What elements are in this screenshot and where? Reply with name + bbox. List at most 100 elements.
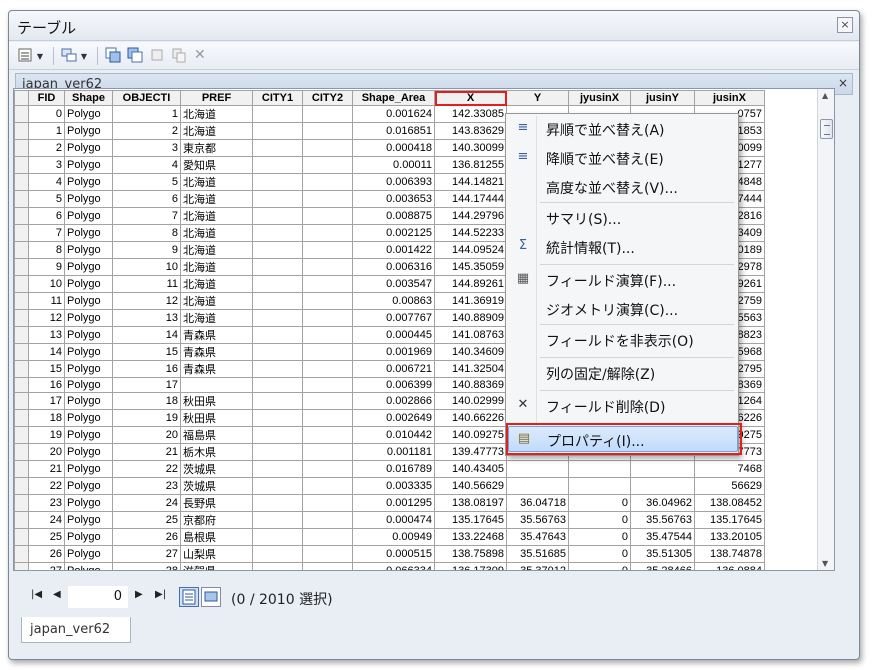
row-selector[interactable] bbox=[14, 258, 29, 276]
table-cell[interactable] bbox=[252, 105, 303, 123]
table-cell[interactable]: Polygo bbox=[64, 173, 113, 191]
table-cell[interactable]: Polygo bbox=[64, 460, 113, 478]
table-cell[interactable]: 0.00949 bbox=[352, 528, 435, 546]
copy-selected-button[interactable] bbox=[171, 47, 187, 65]
table-cell[interactable]: 25 bbox=[28, 528, 65, 546]
table-cell[interactable]: Polygo bbox=[64, 477, 113, 495]
table-cell[interactable] bbox=[302, 443, 353, 461]
context-menu-item[interactable]: 列の固定/解除(Z) bbox=[508, 360, 738, 386]
table-cell[interactable]: 35.28466 bbox=[630, 562, 695, 570]
column-header[interactable]: FID bbox=[28, 90, 65, 106]
first-record-icon[interactable]: |◀ bbox=[31, 589, 42, 600]
table-cell[interactable] bbox=[302, 360, 353, 378]
column-header[interactable]: jyusinX bbox=[568, 90, 631, 106]
table-cell[interactable]: 35.47544 bbox=[630, 528, 695, 546]
table-cell[interactable]: 青森県 bbox=[180, 360, 253, 378]
table-cell[interactable]: 北海道 bbox=[180, 258, 253, 276]
table-cell[interactable]: 20 bbox=[28, 443, 65, 461]
window-close-button[interactable]: × bbox=[837, 17, 853, 33]
table-cell[interactable]: Polygo bbox=[64, 207, 113, 225]
table-cell[interactable]: 3 bbox=[112, 139, 181, 157]
select-by-attributes-button[interactable] bbox=[105, 47, 121, 65]
table-cell[interactable]: 0.001295 bbox=[352, 494, 435, 512]
row-selector[interactable] bbox=[14, 494, 29, 512]
table-row[interactable]: 24 Polygo 25 京都府 0.000474 135.17645 35.56763 0 3… bbox=[14, 511, 765, 529]
table-cell[interactable]: 136.81255 bbox=[434, 156, 507, 174]
table-cell[interactable]: 北海道 bbox=[180, 105, 253, 123]
table-cell[interactable]: 8 bbox=[28, 241, 65, 259]
table-cell[interactable]: 133.22468 bbox=[434, 528, 507, 546]
table-cell[interactable]: 0 bbox=[568, 562, 631, 570]
table-cell[interactable]: 35.51305 bbox=[630, 545, 695, 563]
row-selector[interactable] bbox=[14, 460, 29, 478]
next-record-icon[interactable]: ▶ bbox=[135, 589, 143, 600]
table-cell[interactable]: 138.75898 bbox=[434, 545, 507, 563]
row-selector[interactable] bbox=[14, 156, 29, 174]
column-header[interactable]: Shape bbox=[64, 90, 113, 106]
table-cell[interactable] bbox=[302, 477, 353, 495]
table-cell[interactable]: 141.32504 bbox=[434, 360, 507, 378]
table-cell[interactable]: 35.56763 bbox=[506, 511, 569, 529]
table-cell[interactable]: 0.003547 bbox=[352, 275, 435, 293]
context-menu-item[interactable]: 高度な並べ替え(V)... bbox=[508, 174, 738, 200]
table-cell[interactable] bbox=[506, 460, 569, 478]
table-cell[interactable] bbox=[252, 392, 303, 410]
table-cell[interactable] bbox=[252, 139, 303, 157]
table-cell[interactable]: 19 bbox=[112, 409, 181, 427]
table-cell[interactable]: 27 bbox=[112, 545, 181, 563]
table-cell[interactable]: 島根県 bbox=[180, 528, 253, 546]
table-cell[interactable]: Polygo bbox=[64, 241, 113, 259]
row-selector[interactable] bbox=[14, 173, 29, 191]
table-cell[interactable] bbox=[252, 360, 303, 378]
table-cell[interactable]: 0 bbox=[568, 528, 631, 546]
table-cell[interactable]: 青森県 bbox=[180, 343, 253, 361]
table-cell[interactable] bbox=[252, 409, 303, 427]
delete-selected-button[interactable]: ✕ bbox=[194, 47, 206, 65]
table-cell[interactable]: 12 bbox=[112, 292, 181, 310]
table-cell[interactable] bbox=[302, 377, 353, 393]
context-menu-item[interactable]: ジオメトリ演算(C)... bbox=[508, 296, 738, 322]
table-cell[interactable]: 東京都 bbox=[180, 139, 253, 157]
table-cell[interactable]: 142.33085 bbox=[434, 105, 507, 123]
bottom-table-tab[interactable]: japan_ver62 bbox=[21, 617, 131, 643]
table-cell[interactable]: 6 bbox=[112, 190, 181, 208]
table-cell[interactable]: 0.007767 bbox=[352, 309, 435, 327]
row-selector-header[interactable] bbox=[14, 90, 29, 106]
table-cell[interactable] bbox=[302, 292, 353, 310]
table-cell[interactable]: 0.006316 bbox=[352, 258, 435, 276]
column-header[interactable]: jusinY bbox=[630, 90, 695, 106]
row-selector[interactable] bbox=[14, 309, 29, 327]
scroll-thumb[interactable] bbox=[820, 119, 833, 139]
row-selector[interactable] bbox=[14, 326, 29, 344]
table-cell[interactable]: 3 bbox=[28, 156, 65, 174]
table-cell[interactable]: Polygo bbox=[64, 190, 113, 208]
row-selector[interactable] bbox=[14, 105, 29, 123]
table-cell[interactable]: 18 bbox=[112, 392, 181, 410]
table-cell[interactable]: 24 bbox=[28, 511, 65, 529]
table-cell[interactable]: 135.17645 bbox=[434, 511, 507, 529]
table-cell[interactable]: Polygo bbox=[64, 139, 113, 157]
table-cell[interactable]: 35.56763 bbox=[630, 511, 695, 529]
clear-selection-button[interactable] bbox=[149, 47, 165, 65]
table-row[interactable]: 25 Polygo 26 島根県 0.00949 133.22468 35.47643 0 35… bbox=[14, 528, 765, 546]
context-menu-item[interactable]: ≡ 昇順で並べ替え(A) bbox=[508, 116, 738, 142]
table-cell[interactable]: 0.002649 bbox=[352, 409, 435, 427]
table-cell[interactable]: 56629 bbox=[694, 477, 765, 495]
table-cell[interactable]: 13 bbox=[28, 326, 65, 344]
table-cell[interactable] bbox=[630, 460, 695, 478]
table-cell[interactable]: 140.66226 bbox=[434, 409, 507, 427]
context-menu-item[interactable]: ▦ フィールド演算(F)... bbox=[508, 267, 738, 293]
column-header[interactable]: PREF bbox=[180, 90, 253, 106]
table-row[interactable]: 22 Polygo 23 茨城県 0.003335 140.56629 56629 bbox=[14, 477, 765, 495]
table-cell[interactable]: 16 bbox=[28, 377, 65, 393]
table-cell[interactable]: 0.006393 bbox=[352, 173, 435, 191]
switch-selection-button[interactable] bbox=[127, 47, 143, 65]
table-cell[interactable]: Polygo bbox=[64, 292, 113, 310]
table-cell[interactable] bbox=[252, 173, 303, 191]
row-selector[interactable] bbox=[14, 241, 29, 259]
table-cell[interactable] bbox=[302, 207, 353, 225]
table-cell[interactable]: Polygo bbox=[64, 360, 113, 378]
table-cell[interactable]: Polygo bbox=[64, 275, 113, 293]
table-cell[interactable]: Polygo bbox=[64, 326, 113, 344]
table-cell[interactable]: 福島県 bbox=[180, 426, 253, 444]
